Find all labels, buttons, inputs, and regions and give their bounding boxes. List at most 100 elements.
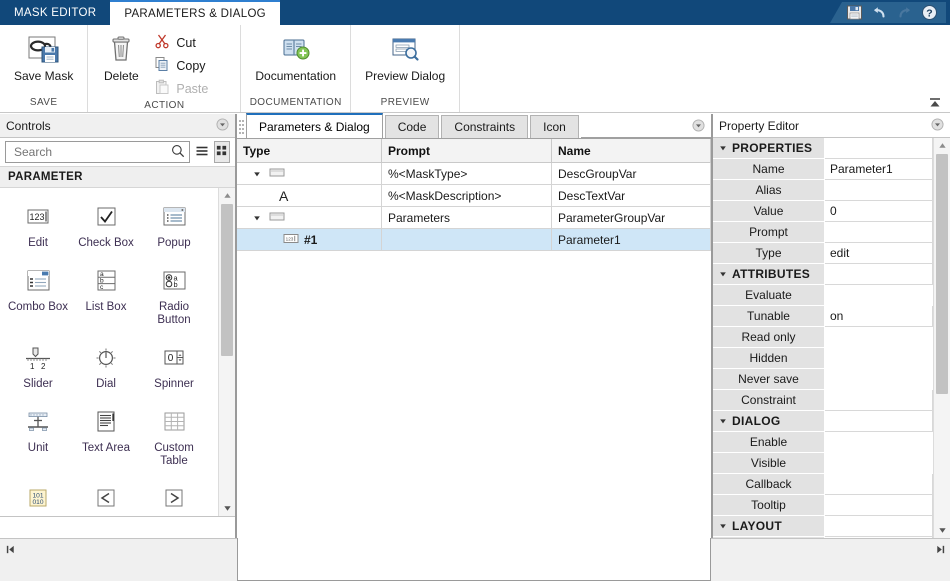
control-edit[interactable]: 123 Edit [4,196,72,256]
control-text-area[interactable]: Text Area [72,401,140,474]
tab-parameters-dialog[interactable]: Parameters & Dialog [246,113,383,138]
chevron-down-circle-icon[interactable] [931,118,944,134]
tab-constraints[interactable]: Constraints [441,115,528,138]
row-type-cell[interactable]: A [237,185,382,207]
table-row[interactable]: Parameters ParameterGroupVar [237,207,711,229]
control-max[interactable]: Max [140,478,208,516]
property-row-enable[interactable]: Enable [713,432,933,453]
undo-icon[interactable] [871,4,888,21]
section-header-dialog-cell[interactable]: DIALOG [713,411,825,432]
grid-view-button[interactable] [214,141,230,163]
section-header-layout-cell[interactable]: LAYOUT [713,516,825,537]
list-view-button[interactable] [194,141,210,163]
row-type-cell[interactable]: 123 #1 [237,229,382,251]
row-type-cell[interactable] [237,163,382,185]
property-row-read-only[interactable]: Read only [713,327,933,348]
scroll-down-icon[interactable] [934,523,950,538]
save-mask-button[interactable]: Save Mask [6,29,81,86]
chevron-down-circle-icon[interactable] [216,118,229,134]
property-row-value[interactable]: Value 0 [713,201,933,222]
scroll-down-icon[interactable] [219,501,235,516]
property-section-layout[interactable]: LAYOUT [713,516,933,537]
property-row-evaluate[interactable]: Evaluate [713,285,933,306]
delete-button[interactable]: Delete [94,29,148,86]
property-row-type[interactable]: Type edit [713,243,933,264]
property-row-constraint[interactable]: Constraint [713,390,933,411]
property-value[interactable] [825,222,933,243]
table-row[interactable]: %<MaskType> DescGroupVar [237,163,711,185]
controls-category-parameter[interactable]: PARAMETER [0,166,235,188]
panel-gripper-icon[interactable] [237,116,246,138]
tab-parameters-and-dialog[interactable]: PARAMETERS & DIALOG [110,0,280,25]
property-value[interactable] [825,474,933,495]
controls-vertical-scrollbar[interactable] [218,188,235,516]
property-value[interactable] [825,495,933,516]
scroll-up-icon[interactable] [934,138,950,153]
row-name-cell[interactable]: Parameter1 [552,229,711,251]
column-header-name[interactable]: Name [552,139,711,163]
scroll-first-icon[interactable] [0,539,20,559]
tab-code[interactable]: Code [385,115,440,138]
scroll-last-icon[interactable] [930,539,950,559]
row-prompt-cell[interactable]: %<MaskType> [382,163,552,185]
property-row-hidden[interactable]: Hidden [713,348,933,369]
row-name-cell[interactable]: DescTextVar [552,185,711,207]
table-row[interactable]: A %<MaskDescription> DescTextVar [237,185,711,207]
control-dial[interactable]: Dial [72,337,140,397]
search-box[interactable] [5,141,190,163]
tab-icon[interactable]: Icon [530,115,579,138]
property-section-properties[interactable]: PROPERTIES [713,138,933,159]
control-list-box[interactable]: a b c List Box [72,260,140,333]
cut-button[interactable]: Cut [152,31,230,54]
row-type-cell[interactable] [237,207,382,229]
search-icon[interactable] [171,144,185,161]
control-popup[interactable]: Popup [140,196,208,256]
control-check-box[interactable]: Check Box [72,196,140,256]
property-value[interactable]: on [825,306,933,327]
tab-mask-editor[interactable]: MASK EDITOR [0,0,110,25]
section-caret-icon[interactable] [719,141,727,155]
control-radio-button[interactable]: a b Radio Button [140,260,208,333]
row-prompt-cell[interactable] [382,229,552,251]
expander-caret-icon[interactable] [251,214,263,222]
row-prompt-cell[interactable]: Parameters [382,207,552,229]
property-row-alias[interactable]: Alias [713,180,933,201]
property-scroll-thumb[interactable] [936,154,948,394]
save-icon[interactable] [846,4,863,21]
row-prompt-cell[interactable]: %<MaskDescription> [382,185,552,207]
section-header-properties-cell[interactable]: PROPERTIES [713,138,825,159]
property-value[interactable]: Parameter1 [825,159,933,180]
property-value[interactable]: 0 [825,201,933,222]
property-row-name[interactable]: Name Parameter1 [713,159,933,180]
center-panel-menu-icon[interactable] [692,119,705,135]
control-slider[interactable]: 1 2 Slider [4,337,72,397]
help-icon[interactable]: ? [921,4,938,21]
copy-button[interactable]: Copy [152,54,230,77]
scroll-up-icon[interactable] [219,188,235,203]
column-header-prompt[interactable]: Prompt [382,139,552,163]
expander-caret-icon[interactable] [251,170,263,178]
property-value[interactable]: edit [825,243,933,264]
property-row-prompt[interactable]: Prompt [713,222,933,243]
section-header-attributes-cell[interactable]: ATTRIBUTES [713,264,825,285]
preview-dialog-button[interactable]: Preview Dialog [357,29,453,86]
property-section-dialog[interactable]: DIALOG [713,411,933,432]
property-row-tooltip[interactable]: Tooltip [713,495,933,516]
property-editor-scrollbar[interactable] [933,138,950,538]
control-min[interactable]: Min [72,478,140,516]
section-caret-icon[interactable] [719,519,727,533]
column-header-type[interactable]: Type [237,139,382,163]
property-row-visible[interactable]: Visible [713,453,933,474]
controls-scroll-thumb[interactable] [221,204,233,356]
ribbon-collapse-icon[interactable] [928,96,942,110]
section-caret-icon[interactable] [719,267,727,281]
table-row[interactable]: 123 #1 Parameter1 [237,229,711,251]
control-unit[interactable]: Unit [4,401,72,474]
search-input[interactable] [12,144,171,160]
control-data-type[interactable]: 101 010 Data Type [4,478,72,516]
control-combo-box[interactable]: Combo Box [4,260,72,333]
control-spinner[interactable]: 0 Spinner [140,337,208,397]
property-value[interactable] [825,390,933,411]
row-name-cell[interactable]: DescGroupVar [552,163,711,185]
property-row-callback[interactable]: Callback [713,474,933,495]
